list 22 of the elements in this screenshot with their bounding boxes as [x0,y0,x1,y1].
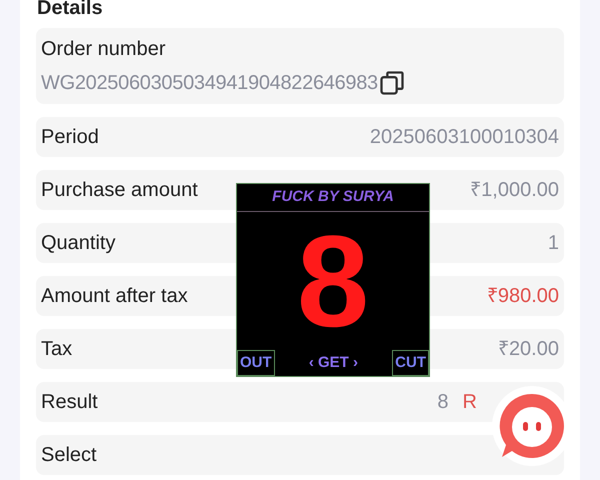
row-label: Tax [41,337,72,362]
order-number: WG2025060305034941904822646983 [41,71,378,96]
row-label: Amount after tax [41,284,188,309]
row-label: Result [41,390,98,415]
overlay-title: FUCK BY SURYA [237,184,429,212]
result-number: 8 [296,212,370,350]
row-label: Quantity [41,231,116,256]
row-value: ₹20.00 [498,337,559,362]
row-value: ₹1,000.00 [470,178,559,203]
row-label: Purchase amount [41,178,198,203]
row-label: Select [41,443,97,468]
overlay-button[interactable]: ‹ GET › [304,350,362,376]
overlay-button[interactable]: CUT [392,350,429,376]
row-value: R [462,390,477,415]
row-label: Order number [41,37,166,62]
copy-icon[interactable] [378,69,406,97]
row-value: 20250603100010304 [370,125,559,150]
row-value: 1 [548,231,559,256]
row-label: Period [41,125,99,150]
row-value: 8 [437,390,449,415]
overlay-button[interactable]: OUT [237,350,275,376]
row-value: ₹980.00 [486,284,559,309]
